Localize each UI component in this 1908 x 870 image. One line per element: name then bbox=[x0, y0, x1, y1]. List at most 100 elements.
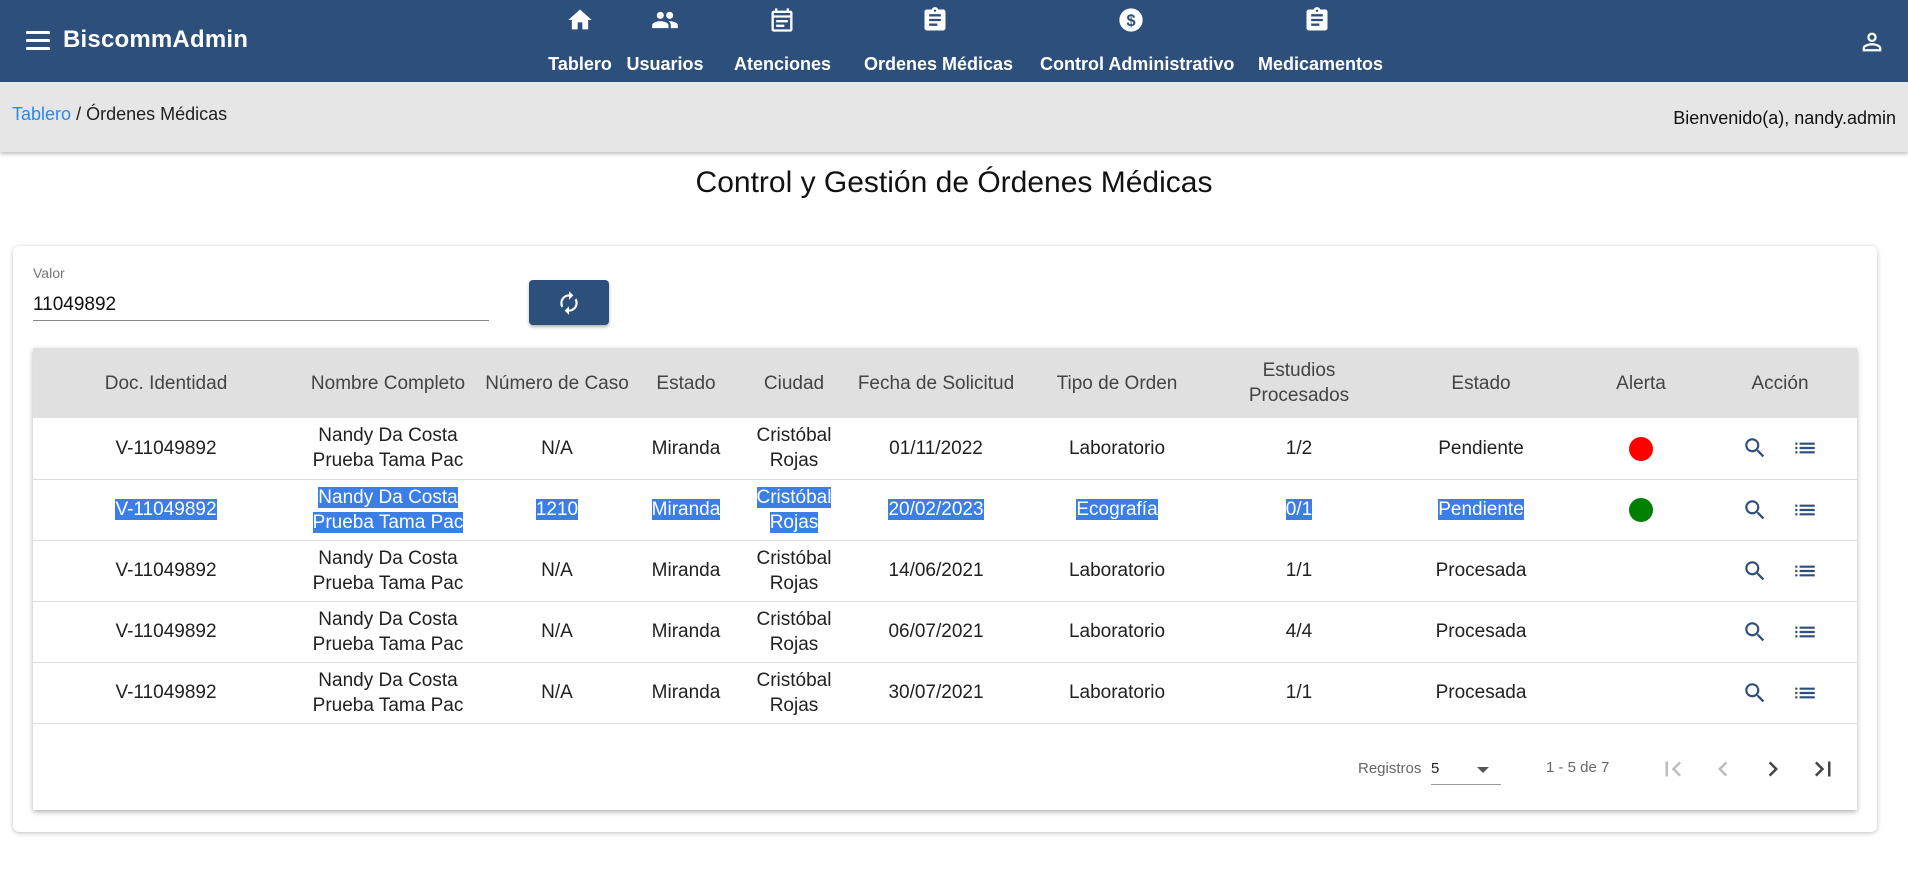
list-icon[interactable] bbox=[1792, 497, 1818, 523]
cell-status: Pendiente bbox=[1383, 479, 1579, 540]
search-icon[interactable] bbox=[1742, 619, 1768, 645]
home-icon bbox=[568, 9, 592, 30]
paginator-range: 1 - 5 de 7 bbox=[1546, 759, 1610, 776]
breadcrumb-separator: / bbox=[76, 104, 82, 124]
cell-name-text: Nandy Da Costa Prueba Tama Pac bbox=[312, 486, 464, 533]
cell-status-text: Procesada bbox=[1435, 682, 1527, 703]
search-icon[interactable] bbox=[1742, 497, 1768, 523]
cell-doc: V-11049892 bbox=[33, 418, 299, 479]
header-status[interactable]: Estado bbox=[1383, 348, 1579, 418]
nav-item-tablero[interactable]: Tablero bbox=[530, 6, 630, 82]
list-icon[interactable] bbox=[1792, 619, 1818, 645]
cell-studies-text: 1/1 bbox=[1285, 682, 1313, 703]
table-row[interactable]: V-11049892 Nandy Da Costa Prueba Tama Pac… bbox=[33, 601, 1857, 662]
page-title: Control y Gestión de Órdenes Médicas bbox=[695, 166, 1213, 199]
breadcrumb-link-tablero[interactable]: Tablero bbox=[12, 104, 71, 124]
cell-type: Laboratorio bbox=[1019, 601, 1215, 662]
cell-type-text: Ecografía bbox=[1076, 499, 1158, 520]
table-row[interactable]: V-11049892 Nandy Da Costa Prueba Tama Pac… bbox=[33, 540, 1857, 601]
header-state[interactable]: Estado bbox=[637, 348, 735, 418]
header-name[interactable]: Nombre Completo bbox=[299, 348, 477, 418]
table-row[interactable]: V-11049892 Nandy Da Costa Prueba Tama Pac… bbox=[33, 662, 1857, 723]
account-icon[interactable] bbox=[1858, 28, 1886, 56]
refresh-button[interactable] bbox=[529, 280, 609, 325]
next-page-button[interactable] bbox=[1758, 754, 1788, 784]
cell-name-text: Nandy Da Costa Prueba Tama Pac bbox=[312, 669, 464, 716]
previous-page-button[interactable] bbox=[1708, 754, 1738, 784]
users-icon bbox=[652, 11, 678, 29]
clipboard-icon bbox=[1306, 7, 1328, 31]
cell-doc: V-11049892 bbox=[33, 540, 299, 601]
first-page-button[interactable] bbox=[1658, 754, 1688, 784]
search-icon[interactable] bbox=[1742, 435, 1768, 461]
menu-icon[interactable] bbox=[24, 31, 52, 53]
first-page-icon bbox=[1665, 761, 1682, 777]
cell-name-text: Nandy Da Costa Prueba Tama Pac bbox=[312, 547, 464, 594]
list-icon[interactable] bbox=[1792, 680, 1818, 706]
cell-doc-text: V-11049892 bbox=[115, 499, 217, 520]
table-header-row: Doc. Identidad Nombre Completo Número de… bbox=[33, 348, 1857, 418]
header-studies[interactable]: Estudios Procesados bbox=[1215, 348, 1383, 418]
search-icon[interactable] bbox=[1742, 680, 1768, 706]
cell-name-text: Nandy Da Costa Prueba Tama Pac bbox=[312, 608, 464, 655]
cell-city-text: Cristóbal Rojas bbox=[756, 608, 832, 655]
cell-status: Procesada bbox=[1383, 662, 1579, 723]
cell-alert bbox=[1579, 418, 1703, 479]
cell-status-text: Procesada bbox=[1435, 560, 1527, 581]
search-icon[interactable] bbox=[1742, 558, 1768, 584]
header-doc[interactable]: Doc. Identidad bbox=[33, 348, 299, 418]
search-input[interactable] bbox=[33, 290, 489, 321]
table-row[interactable]: V-11049892 Nandy Da Costa Prueba Tama Pac… bbox=[33, 418, 1857, 479]
cell-date: 20/02/2023 bbox=[853, 479, 1019, 540]
header-city[interactable]: Ciudad bbox=[735, 348, 853, 418]
header-date[interactable]: Fecha de Solicitud bbox=[853, 348, 1019, 418]
last-page-icon bbox=[1814, 761, 1831, 777]
alert-dot-red bbox=[1629, 436, 1653, 461]
nav-item-medicamentos[interactable]: Medicamentos bbox=[1258, 6, 1383, 82]
cell-date: 14/06/2021 bbox=[853, 540, 1019, 601]
cell-status-text: Procesada bbox=[1435, 621, 1527, 642]
cell-action bbox=[1703, 418, 1857, 479]
cell-date-text: 20/02/2023 bbox=[888, 499, 984, 520]
cell-status-text: Pendiente bbox=[1438, 499, 1524, 520]
calendar-icon bbox=[771, 8, 793, 32]
clipboard-icon bbox=[924, 7, 946, 31]
page-size-select[interactable]: 5 bbox=[1431, 756, 1501, 785]
cell-state-text: Miranda bbox=[651, 621, 721, 642]
nav-item-ordenes-medicas[interactable]: Ordenes Médicas bbox=[864, 6, 1013, 82]
table-row[interactable]: V-11049892 Nandy Da Costa Prueba Tama Pac… bbox=[33, 479, 1857, 540]
paginator-label: Registros bbox=[1358, 760, 1422, 777]
nav-item-usuarios[interactable]: Usuarios bbox=[620, 6, 710, 82]
list-icon[interactable] bbox=[1792, 435, 1818, 461]
cell-date: 01/11/2022 bbox=[853, 418, 1019, 479]
cell-studies-text: 4/4 bbox=[1285, 621, 1313, 642]
cell-type-text: Laboratorio bbox=[1068, 437, 1166, 459]
nav-item-atenciones[interactable]: Atenciones bbox=[734, 6, 831, 82]
cell-city: Cristóbal Rojas bbox=[735, 479, 853, 540]
cell-city: Cristóbal Rojas bbox=[735, 601, 853, 662]
cell-case-text: 1210 bbox=[535, 499, 579, 520]
nav-item-control-administrativo[interactable]: $ Control Administrativo bbox=[1040, 6, 1234, 82]
cell-case-text: N/A bbox=[541, 621, 573, 642]
header-case[interactable]: Número de Caso bbox=[477, 348, 637, 418]
cell-doc-text: V-11049892 bbox=[115, 560, 217, 581]
orders-table: Doc. Identidad Nombre Completo Número de… bbox=[33, 348, 1857, 724]
cell-case-text: N/A bbox=[541, 437, 573, 459]
cell-action bbox=[1703, 662, 1857, 723]
cell-name: Nandy Da Costa Prueba Tama Pac bbox=[299, 418, 477, 479]
header-type[interactable]: Tipo de Orden bbox=[1019, 348, 1215, 418]
cell-studies-text: 0/1 bbox=[1285, 499, 1313, 520]
cell-action bbox=[1703, 479, 1857, 540]
cell-date-text: 01/11/2022 bbox=[889, 437, 983, 459]
last-page-button[interactable] bbox=[1808, 754, 1838, 784]
cell-state: Miranda bbox=[637, 479, 735, 540]
list-icon[interactable] bbox=[1792, 558, 1818, 584]
cell-doc-text: V-11049892 bbox=[115, 437, 217, 459]
cell-name: Nandy Da Costa Prueba Tama Pac bbox=[299, 601, 477, 662]
cell-studies: 4/4 bbox=[1215, 601, 1383, 662]
cell-type: Laboratorio bbox=[1019, 418, 1215, 479]
breadcrumb: Tablero / Órdenes Médicas bbox=[12, 104, 227, 125]
page-size-value: 5 bbox=[1431, 760, 1440, 777]
cell-action bbox=[1703, 540, 1857, 601]
cell-status-text: Pendiente bbox=[1438, 437, 1524, 459]
